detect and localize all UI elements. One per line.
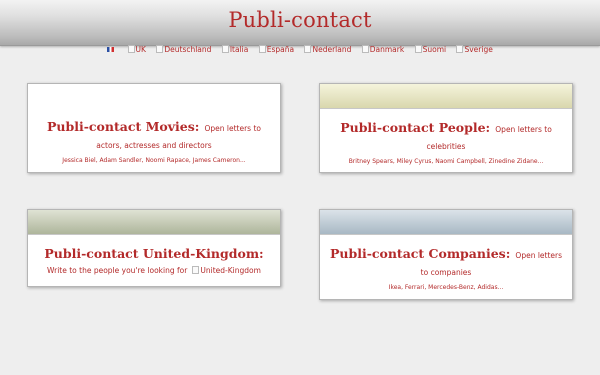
broken-image-icon — [156, 45, 164, 53]
broken-image-icon — [192, 266, 200, 274]
card-movies-title[interactable]: Publi-contact Movies: — [47, 119, 199, 134]
card-band — [28, 210, 280, 235]
card-band — [320, 84, 572, 109]
broken-image-icon — [361, 45, 369, 53]
lang-link-danmark[interactable]: Danmark — [361, 45, 404, 54]
card-companies[interactable]: Publi-contact Companies: Open letters to… — [319, 209, 573, 300]
card-band — [320, 210, 572, 235]
card-companies-title[interactable]: Publi-contact Companies: — [330, 246, 510, 261]
france-flag-icon — [107, 47, 115, 52]
broken-image-icon — [258, 45, 266, 53]
card-people-title[interactable]: Publi-contact People: — [340, 120, 490, 135]
lang-link-italia[interactable]: Italia — [221, 45, 248, 54]
card-companies-names: Ikea, Ferrari, Mercedes-Benz, Adidas... — [388, 284, 504, 291]
card-uk-title[interactable]: Publi-contact United-Kingdom: — [44, 246, 263, 261]
card-uk[interactable]: Publi-contact United-Kingdom: Write to t… — [27, 209, 281, 287]
card-people[interactable]: Publi-contact People: Open letters to ce… — [319, 83, 573, 173]
lang-link-espana[interactable]: España — [258, 45, 294, 54]
card-people-names: Britney Spears, Miley Cyrus, Naomi Campb… — [348, 158, 544, 165]
lang-link-nederland[interactable]: Nederland — [304, 45, 351, 54]
broken-image-icon — [221, 45, 229, 53]
broken-image-icon — [127, 45, 135, 53]
lang-link-uk[interactable]: UK — [127, 45, 146, 54]
card-movies[interactable]: Publi-contact Movies: Open letters to ac… — [27, 83, 281, 173]
lang-link-fr[interactable] — [107, 45, 117, 54]
lang-link-suomi[interactable]: Suomi — [414, 45, 446, 54]
broken-image-icon — [414, 45, 422, 53]
card-movies-names: Jessica Biel, Adam Sandler, Noomi Rapace… — [62, 157, 246, 164]
broken-image-icon — [456, 45, 464, 53]
site-title[interactable]: Publi-contact — [0, 8, 600, 32]
language-bar: UK Deutschland Italia España Nederland D… — [0, 45, 600, 54]
site-header: Publi-contact — [0, 0, 600, 46]
card-uk-desc: Write to the people you're looking for — [47, 266, 188, 275]
lang-link-deutschland[interactable]: Deutschland — [156, 45, 211, 54]
lang-link-sverige[interactable]: Sverige — [456, 45, 493, 54]
uk-image[interactable]: United-Kingdom — [192, 266, 261, 275]
broken-image-icon — [304, 45, 312, 53]
